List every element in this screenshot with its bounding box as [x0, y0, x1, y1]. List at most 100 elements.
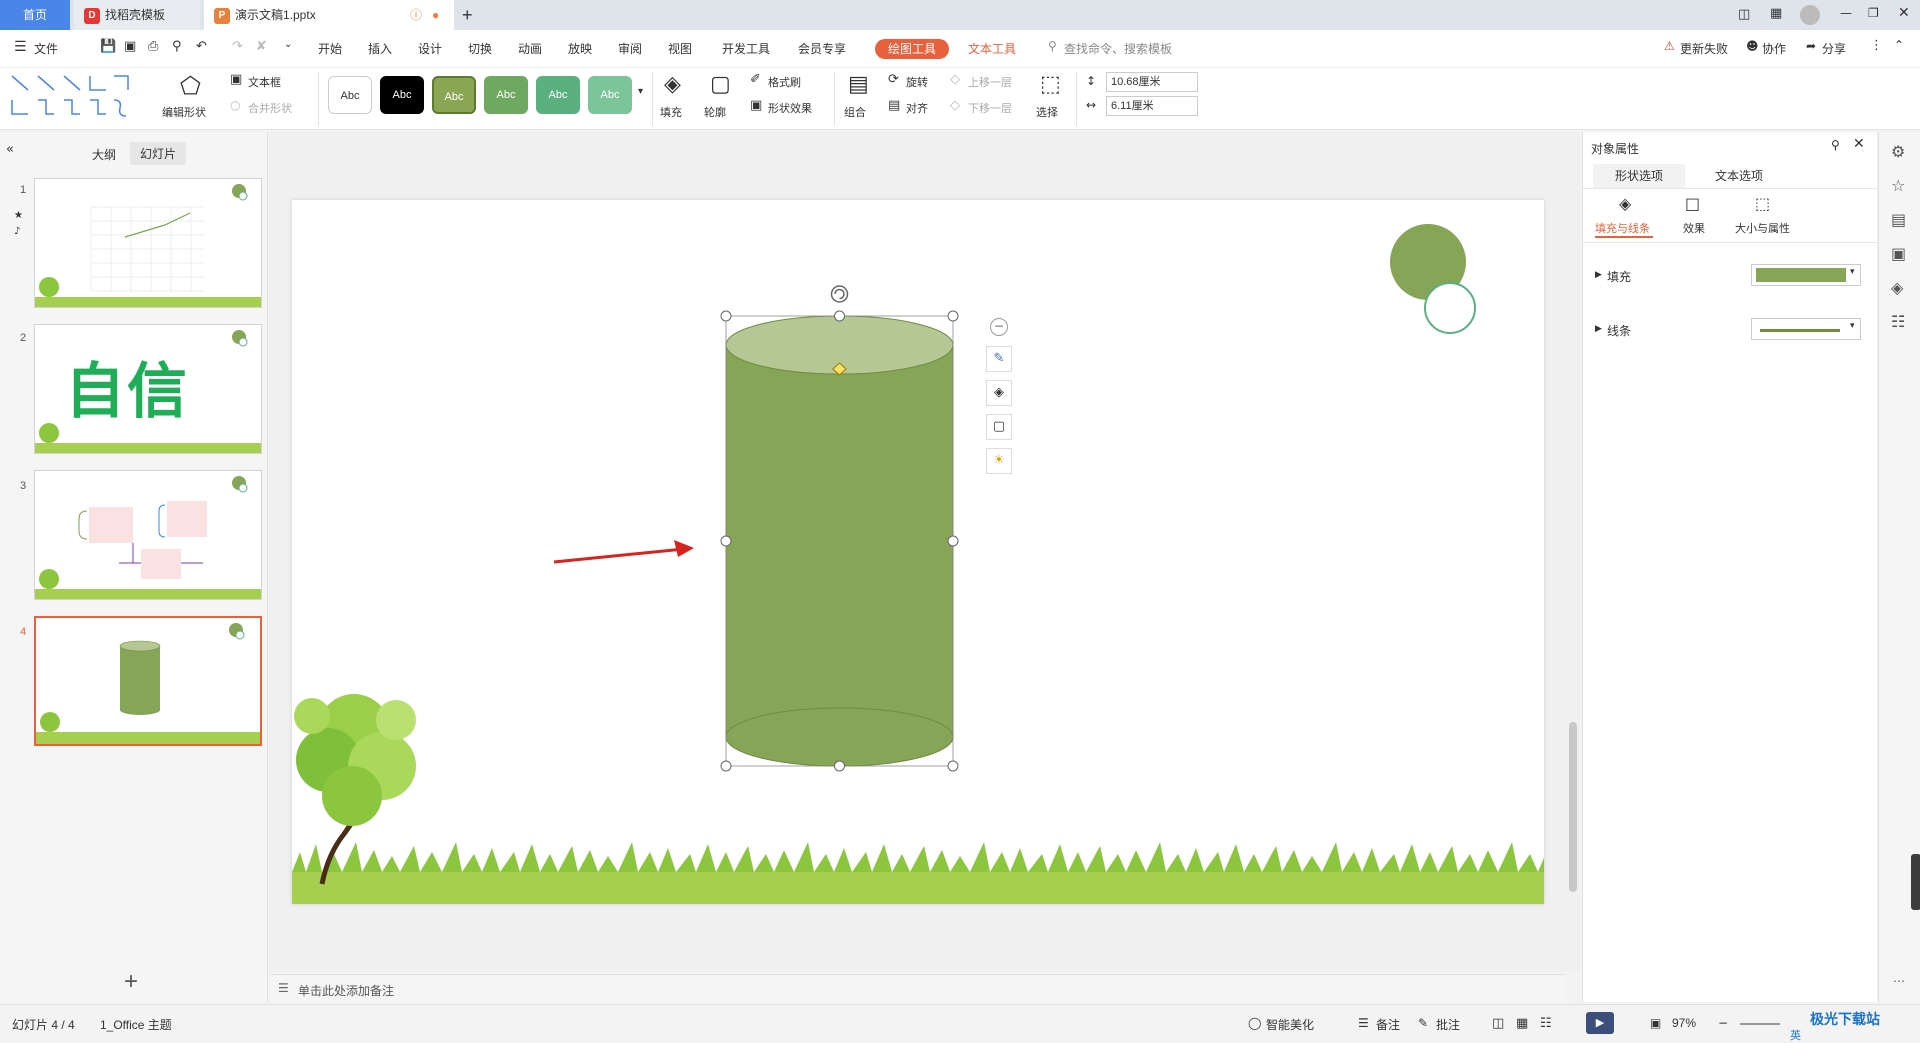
notes-placeholder[interactable]: 单击此处添加备注	[298, 982, 394, 999]
resize-handle-w[interactable]	[720, 535, 732, 547]
update-failed-button[interactable]: 更新失败	[1680, 40, 1728, 57]
resize-handle-se[interactable]	[947, 760, 959, 772]
expand-fill-icon[interactable]: ▶	[1595, 270, 1602, 280]
tab-shape-options[interactable]: 形状选项	[1593, 164, 1685, 188]
print-icon[interactable]: ⎙	[148, 39, 158, 54]
textbox-button[interactable]: 文本框	[248, 74, 281, 90]
tab-document[interactable]: P 演示文稿1.pptx ⓘ ●	[204, 0, 454, 30]
sub-tab-size[interactable]: 大小与属性	[1735, 220, 1790, 236]
menu-review[interactable]: 审阅	[618, 40, 642, 57]
shape-icon[interactable]: ◈	[1891, 278, 1903, 297]
resize-handle-n[interactable]	[834, 310, 845, 322]
tab-text-tools[interactable]: 文本工具	[968, 40, 1016, 57]
new-tab-button[interactable]: +	[462, 0, 482, 30]
red-arrow[interactable]	[553, 540, 694, 564]
tab-drawing-tools[interactable]: 绘图工具	[875, 39, 949, 59]
resize-handle-e[interactable]	[947, 535, 959, 547]
notes-area[interactable]: ☰ 单击此处添加备注	[270, 974, 1566, 1002]
avatar[interactable]	[1800, 5, 1820, 25]
collapse-pane-icon[interactable]: «	[6, 142, 14, 157]
rotate-button[interactable]: 旋转	[906, 74, 928, 90]
collapse-ribbon-icon[interactable]: ⌃	[1894, 38, 1904, 52]
cylinder-shape[interactable]	[725, 315, 954, 767]
menu-animation[interactable]: 动画	[518, 40, 542, 57]
animation-icon[interactable]: ☆	[1891, 176, 1905, 195]
zoom-level[interactable]: 97%	[1672, 1016, 1696, 1030]
reading-view-icon[interactable]: ☷	[1540, 1016, 1552, 1031]
menu-file[interactable]: 文件	[34, 40, 58, 57]
sub-tab-fill-line[interactable]: 填充与线条	[1595, 220, 1650, 236]
pen-icon[interactable]: ✎	[986, 346, 1012, 372]
normal-view-icon[interactable]: ◫	[1492, 1016, 1504, 1031]
expand-line-icon[interactable]: ▶	[1595, 324, 1602, 334]
line-section-label[interactable]: 线条	[1607, 322, 1631, 339]
tab-template[interactable]: D 找稻壳模板	[74, 0, 200, 30]
properties-icon[interactable]: ⚙	[1891, 142, 1905, 161]
slide-canvas[interactable]: − ✎ ◈ ▢ ☀	[292, 200, 1544, 904]
style-more-icon[interactable]: ▾	[638, 86, 643, 97]
outline-style-icon[interactable]: ▢	[986, 414, 1012, 440]
shape-gallery[interactable]	[10, 72, 142, 120]
fit-window-icon[interactable]: ▣	[1650, 1016, 1661, 1030]
theme-name[interactable]: 1_Office 主题	[100, 1016, 172, 1033]
layout-icon[interactable]: ◫	[1738, 7, 1750, 22]
select-button[interactable]: 选择	[1036, 104, 1058, 120]
style-green[interactable]: Abc	[484, 76, 528, 114]
outline-button[interactable]: 轮廓	[704, 104, 726, 120]
slide-layout-icon[interactable]: ▤	[1891, 210, 1906, 229]
resize-handle-s[interactable]	[834, 760, 845, 772]
more-quick-icon[interactable]: ⌄	[284, 39, 292, 50]
canvas-scrollbar[interactable]	[1566, 132, 1580, 972]
add-slide-button[interactable]: +	[124, 968, 138, 996]
resize-handle-ne[interactable]	[947, 310, 959, 322]
restore-icon[interactable]: ❐	[1868, 6, 1879, 20]
play-slideshow-button[interactable]: ▶	[1586, 1012, 1614, 1034]
pane-title[interactable]: 对象属性	[1591, 140, 1639, 157]
send-backward-button[interactable]: 下移一层	[968, 100, 1012, 116]
clear-format-icon[interactable]: ✘	[256, 39, 267, 54]
menu-design[interactable]: 设计	[418, 40, 442, 57]
group-button[interactable]: 组合	[844, 104, 866, 120]
fill-section-label[interactable]: 填充	[1607, 268, 1631, 285]
rotate-handle-icon[interactable]	[830, 285, 849, 303]
fill-color-picker[interactable]: ▾	[1751, 264, 1861, 286]
comments-button[interactable]: 批注	[1436, 1016, 1460, 1033]
align-button[interactable]: 对齐	[906, 100, 928, 116]
tab-text-options[interactable]: 文本选项	[1693, 164, 1785, 188]
width-input[interactable]: 6.11厘米	[1106, 96, 1198, 116]
tab-home[interactable]: 首页	[0, 0, 70, 30]
close-window-icon[interactable]: ✕	[1898, 5, 1910, 21]
close-pane-icon[interactable]: ✕	[1853, 136, 1865, 152]
tab-slides[interactable]: 幻灯片	[130, 142, 187, 165]
slide-thumbnail-4[interactable]	[34, 616, 262, 746]
tab-outline[interactable]: 大纲	[92, 146, 116, 163]
slide-thumbnail-3[interactable]	[34, 470, 262, 600]
bring-forward-button[interactable]: 上移一层	[968, 74, 1012, 90]
smart-beautify-button[interactable]: 智能美化	[1266, 1016, 1314, 1033]
shape-effect-button[interactable]: 形状效果	[768, 100, 812, 116]
height-input[interactable]: 10.68厘米	[1106, 72, 1198, 92]
menu-member[interactable]: 会员专享	[798, 40, 846, 57]
menu-slideshow[interactable]: 放映	[568, 40, 592, 57]
style-olive[interactable]: Abc	[432, 76, 476, 114]
apps-grid-icon[interactable]: ▦	[1770, 6, 1782, 21]
zoom-out-icon[interactable]: −	[1718, 1016, 1728, 1030]
format-brush-button[interactable]: 格式刷	[768, 74, 801, 90]
style-teal[interactable]: Abc	[536, 76, 580, 114]
export-icon[interactable]: ▣	[124, 39, 136, 54]
undo-icon[interactable]: ↶	[196, 39, 207, 54]
search-input[interactable]: 查找命令、搜索模板	[1064, 40, 1172, 57]
scrollbar-thumb[interactable]	[1569, 722, 1577, 892]
more-dots-icon[interactable]: ⋯	[1893, 974, 1905, 988]
edit-shape-button[interactable]: 编辑形状	[162, 104, 206, 120]
pin-icon[interactable]: ⚲	[1831, 138, 1840, 152]
fill-icon[interactable]: ◈	[986, 380, 1012, 406]
bulb-icon[interactable]: ☀	[986, 448, 1012, 474]
preview-icon[interactable]: ⚲	[172, 39, 182, 54]
style-white[interactable]: Abc	[328, 76, 372, 114]
collapse-toolbar-icon[interactable]: −	[990, 318, 1008, 336]
collab-button[interactable]: 协作	[1762, 40, 1786, 57]
line-style-picker[interactable]: ▾	[1751, 318, 1861, 340]
notes-toggle-button[interactable]: 备注	[1376, 1016, 1400, 1033]
resize-handle-nw[interactable]	[720, 310, 732, 322]
